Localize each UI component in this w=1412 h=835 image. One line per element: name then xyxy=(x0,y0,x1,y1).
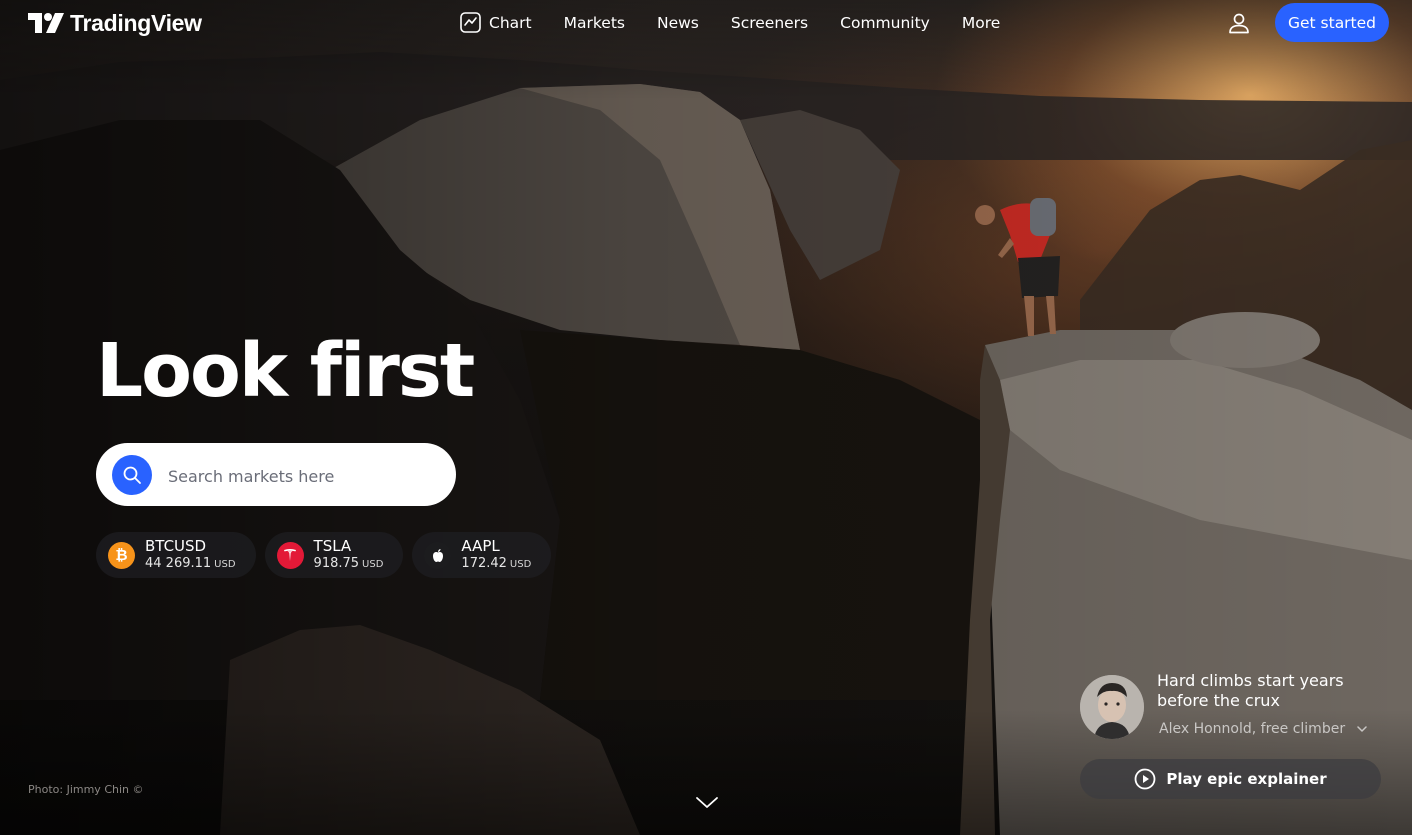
main-menu: Chart Markets News Screeners Community M… xyxy=(460,12,1000,33)
nav-item-more[interactable]: More xyxy=(962,14,1000,32)
nav-item-label: Screeners xyxy=(730,13,809,32)
quote-author: Alex Honnold, free climber xyxy=(1159,721,1346,737)
hero-section: TradingView Chart Markets News Screeners… xyxy=(0,0,1412,835)
ticker-price: 918.75 xyxy=(313,555,360,571)
ticker-info: TSLA 918.75 USD xyxy=(314,537,384,574)
search-button[interactable] xyxy=(112,455,152,495)
nav-item-chart[interactable]: Chart xyxy=(460,12,532,33)
market-search-box[interactable] xyxy=(96,443,456,506)
bitcoin-icon: ₿ xyxy=(108,541,135,569)
play-explainer-button[interactable]: Play epic explainer xyxy=(1080,759,1381,799)
search-icon xyxy=(123,466,141,484)
quote-text: Hard climbs start years before the crux xyxy=(1157,671,1344,710)
ticker-currency: USD xyxy=(362,558,384,570)
quote-avatar xyxy=(1080,675,1144,739)
nav-item-label: Community xyxy=(840,13,930,32)
ticker-chip-tsla[interactable]: TSLA 918.75 USD xyxy=(264,532,404,578)
ticker-info: BTCUSD 44 269.11 USD xyxy=(145,537,236,574)
nav-item-screeners[interactable]: Screeners xyxy=(731,14,808,32)
tesla-logo-shape xyxy=(284,549,297,561)
scroll-down-chevron-icon[interactable] xyxy=(695,793,719,813)
ticker-currency: USD xyxy=(214,558,236,570)
ticker-symbol: BTCUSD xyxy=(145,536,207,555)
nav-item-label: More xyxy=(961,13,1001,32)
tesla-icon xyxy=(276,541,304,569)
brand-logo[interactable]: TradingView xyxy=(28,10,202,36)
nav-item-community[interactable]: Community xyxy=(840,14,930,32)
ticker-price-line: 172.42 USD xyxy=(461,555,531,574)
ticker-symbol: TSLA xyxy=(313,536,352,555)
nav-item-markets[interactable]: Markets xyxy=(564,14,625,32)
brand-name: TradingView xyxy=(70,9,202,36)
get-started-button[interactable]: Get started xyxy=(1275,3,1389,42)
chevron-down-icon xyxy=(1357,726,1367,732)
nav-item-label: Markets xyxy=(563,13,625,32)
ticker-price: 44 269.11 xyxy=(145,555,212,571)
ticker-price-line: 44 269.11 USD xyxy=(145,555,236,574)
ticker-chips: ₿ BTCUSD 44 269.11 USD TSLA 918.75 USD A… xyxy=(96,532,552,578)
ticker-info: AAPL 172.42 USD xyxy=(461,537,531,574)
user-icon[interactable] xyxy=(1227,11,1251,35)
nav-item-news[interactable]: News xyxy=(657,14,699,32)
apple-icon xyxy=(424,541,452,569)
play-icon xyxy=(1134,768,1156,790)
ticker-symbol: AAPL xyxy=(461,536,500,555)
ticker-currency: USD xyxy=(509,558,532,570)
search-input[interactable] xyxy=(166,455,440,497)
ticker-chip-aapl[interactable]: AAPL 172.42 USD xyxy=(412,532,552,578)
ticker-price: 172.42 xyxy=(461,555,507,571)
tradingview-logo-icon xyxy=(28,13,64,33)
nav-item-label: News xyxy=(656,13,699,32)
avatar-portrait xyxy=(1080,675,1144,739)
hero-headline: Look first xyxy=(96,328,475,414)
nav-item-label: Chart xyxy=(489,13,532,32)
ticker-price-line: 918.75 USD xyxy=(314,555,384,574)
quote-author-toggle[interactable]: Alex Honnold, free climber xyxy=(1159,721,1367,737)
top-nav: TradingView Chart Markets News Screeners… xyxy=(0,0,1412,46)
play-explainer-label: Play epic explainer xyxy=(1166,770,1327,788)
apple-logo-shape xyxy=(432,548,443,562)
chart-icon xyxy=(460,12,481,33)
ticker-chip-btcusd[interactable]: ₿ BTCUSD 44 269.11 USD xyxy=(96,532,256,578)
photo-credit: Photo: Jimmy Chin © xyxy=(28,783,144,796)
